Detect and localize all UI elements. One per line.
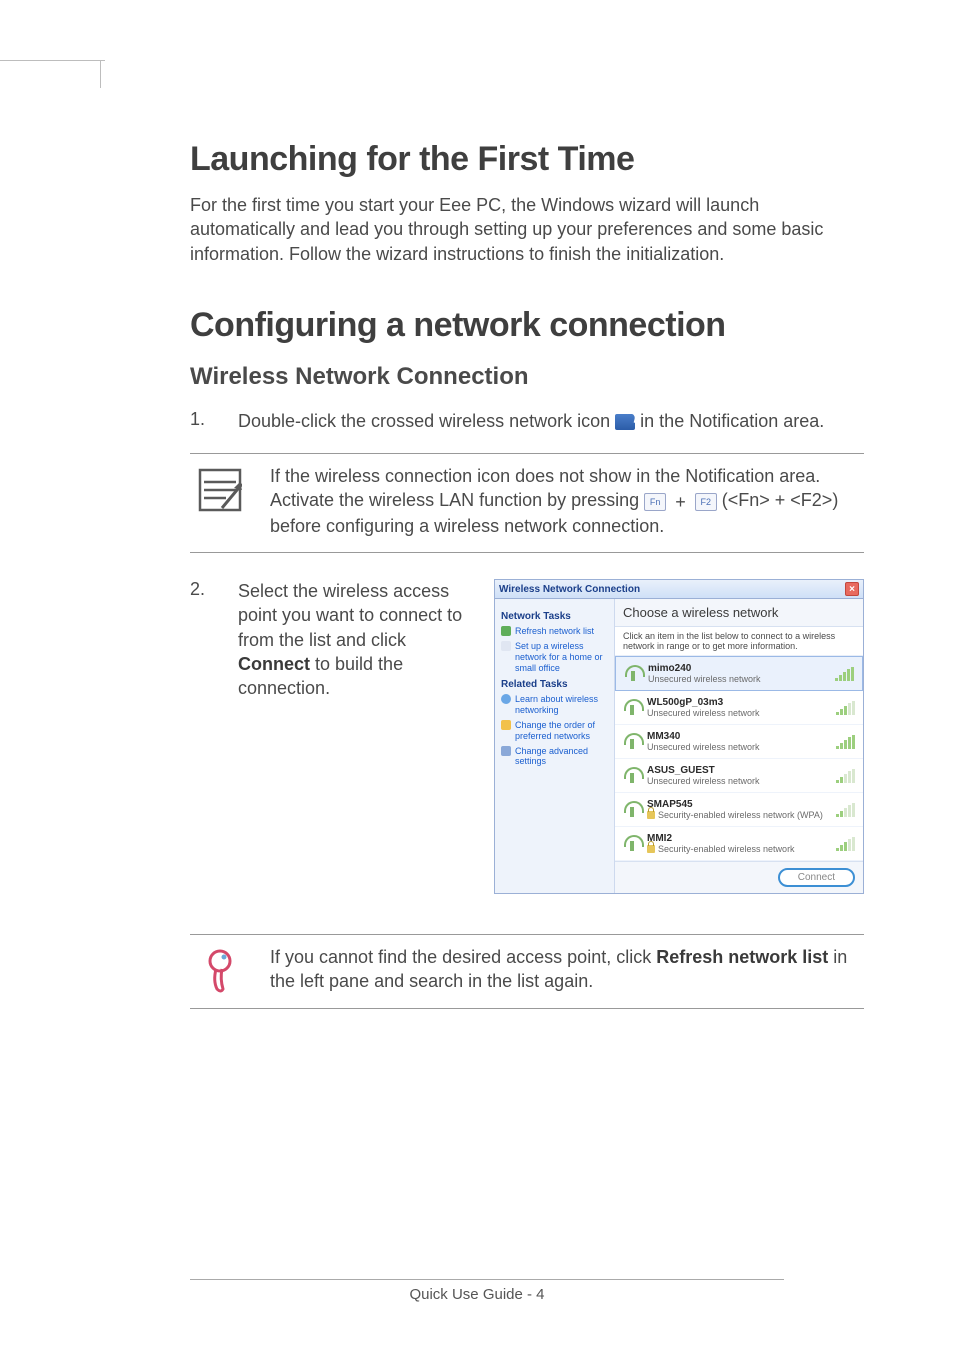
step-2-part-a: Select the wireless access point you wan… [238, 581, 462, 650]
signal-bars-icon [835, 667, 854, 681]
step-2-text: Select the wireless access point you wan… [238, 579, 468, 700]
step-1-number: 1. [190, 409, 214, 433]
antenna-icon [624, 665, 642, 683]
network-item[interactable]: MMI2Security-enabled wireless network [615, 827, 863, 861]
lock-icon [647, 811, 655, 819]
fn-key-icon: Fn [644, 493, 666, 511]
antenna-icon [623, 733, 641, 751]
step-1-part-a: Double-click the crossed wireless networ… [238, 411, 615, 431]
wireless-dialog-screenshot: Wireless Network Connection × Network Ta… [494, 579, 864, 894]
note-wireless-icon: If the wireless connection icon does not… [190, 453, 864, 553]
tip-refresh: If you cannot find the desired access po… [190, 934, 864, 1009]
sidebar-link-refresh[interactable]: Refresh network list [501, 626, 608, 637]
network-item[interactable]: WL500gP_03m3Unsecured wireless network [615, 691, 863, 725]
signal-bars-icon [836, 769, 855, 783]
note2-part-a: If you cannot find the desired access po… [270, 947, 656, 967]
intro-paragraph: For the first time you start your Eee PC… [190, 193, 864, 266]
connect-button[interactable]: Connect [778, 868, 855, 887]
network-item[interactable]: mimo240Unsecured wireless network [615, 656, 863, 691]
sidebar-heading-network-tasks: Network Tasks [501, 611, 608, 622]
network-name: ASUS_GUEST [647, 765, 830, 776]
note-icon [198, 468, 242, 512]
network-item[interactable]: ASUS_GUESTUnsecured wireless network [615, 759, 863, 793]
network-item[interactable]: SMAP545Security-enabled wireless network… [615, 793, 863, 827]
signal-bars-icon [836, 735, 855, 749]
network-item[interactable]: MM340Unsecured wireless network [615, 725, 863, 759]
dialog-main-heading: Choose a wireless network [615, 599, 863, 627]
network-name: MM340 [647, 731, 830, 742]
signal-bars-icon [836, 837, 855, 851]
network-name: WL500gP_03m3 [647, 697, 830, 708]
sidebar-link-order[interactable]: Change the order of preferred networks [501, 720, 608, 742]
sidebar-link-setup[interactable]: Set up a wireless network for a home or … [501, 641, 608, 673]
antenna-icon [623, 801, 641, 819]
network-subtext: Security-enabled wireless network [647, 844, 830, 854]
network-name: MMI2 [647, 833, 830, 844]
tip-icon [203, 949, 237, 993]
step-1-text: Double-click the crossed wireless networ… [238, 409, 864, 433]
network-subtext: Unsecured wireless network [647, 742, 830, 752]
heading-launching: Launching for the First Time [190, 140, 864, 179]
sidebar-heading-related-tasks: Related Tasks [501, 679, 608, 690]
network-list: mimo240Unsecured wireless networkWL500gP… [615, 656, 863, 861]
note2-bold: Refresh network list [656, 947, 828, 967]
antenna-icon [623, 699, 641, 717]
network-subtext: Unsecured wireless network [647, 776, 830, 786]
antenna-icon [623, 767, 641, 785]
step-2-number: 2. [190, 579, 214, 700]
heading-wireless: Wireless Network Connection [190, 363, 864, 391]
network-name: SMAP545 [647, 799, 830, 810]
dialog-main-subtext: Click an item in the list below to conne… [615, 627, 863, 656]
sidebar-link-advanced[interactable]: Change advanced settings [501, 746, 608, 768]
dialog-sidebar: Network Tasks Refresh network list Set u… [495, 599, 615, 893]
page-footer: Quick Use Guide - 4 [0, 1279, 954, 1303]
network-name: mimo240 [648, 663, 829, 674]
dialog-title: Wireless Network Connection [499, 584, 640, 595]
step-2-connect-bold: Connect [238, 654, 310, 674]
lock-icon [647, 845, 655, 853]
heading-configuring: Configuring a network connection [190, 306, 864, 345]
wireless-network-tray-icon [615, 414, 635, 430]
close-icon[interactable]: × [845, 582, 859, 596]
signal-bars-icon [836, 701, 855, 715]
network-subtext: Unsecured wireless network [648, 674, 829, 684]
crop-marks [0, 60, 105, 88]
network-subtext: Security-enabled wireless network (WPA) [647, 810, 830, 820]
step-1-part-b: in the Notification area. [640, 411, 824, 431]
signal-bars-icon [836, 803, 855, 817]
network-subtext: Unsecured wireless network [647, 708, 830, 718]
sidebar-link-learn[interactable]: Learn about wireless networking [501, 694, 608, 716]
plus-sign: + [675, 490, 686, 514]
f2-key-icon: F2 [695, 493, 717, 511]
antenna-icon [623, 835, 641, 853]
